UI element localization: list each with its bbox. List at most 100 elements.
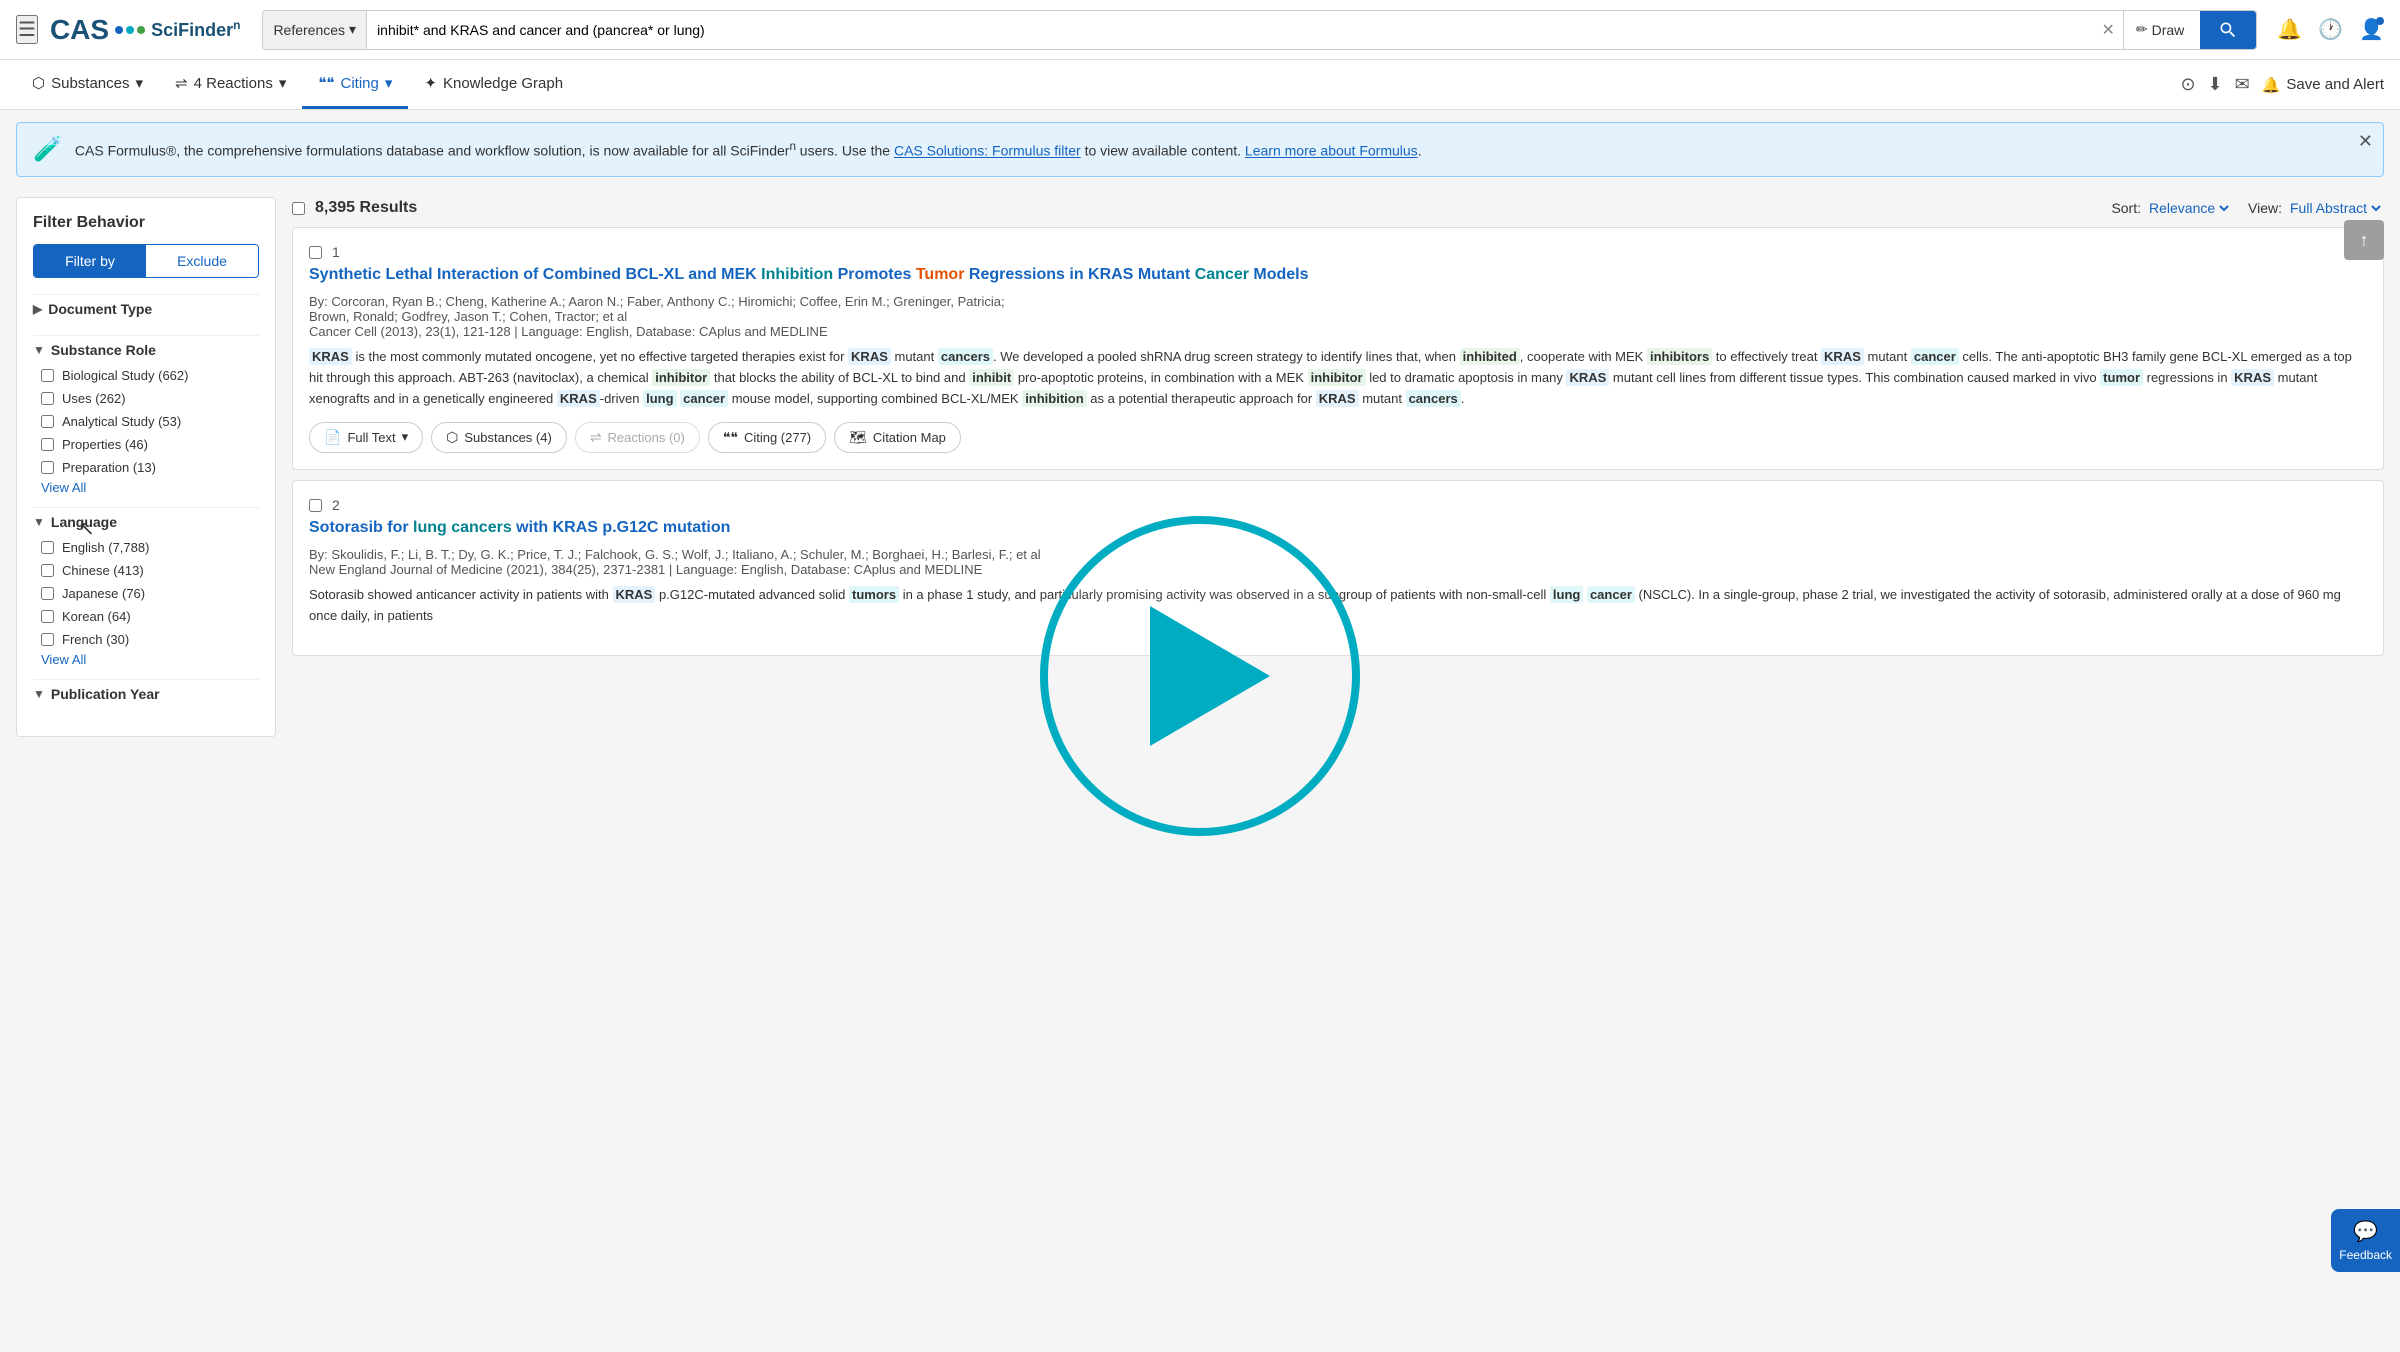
language-label: Language <box>51 514 117 530</box>
view-dropdown[interactable]: Full Abstract Summary <box>2286 199 2384 217</box>
filter-behavior-buttons: Filter by Exclude <box>33 244 259 278</box>
document-type-header[interactable]: ▶ Document Type <box>33 294 259 323</box>
korean-checkbox[interactable] <box>41 610 54 623</box>
substances-icon: ⬡ <box>32 74 45 92</box>
properties-filter[interactable]: Properties (46) <box>33 433 259 456</box>
draw-button[interactable]: ✏ Draw <box>2123 11 2196 49</box>
citing-nav-item[interactable]: ❝❝ Citing ▾ <box>302 60 408 109</box>
bell-button[interactable]: 🔔 <box>2277 17 2302 42</box>
citing-chevron: ▾ <box>385 74 393 92</box>
scifinder-logo: SciFindern <box>151 18 240 41</box>
formulus-filter-link[interactable]: CAS Solutions: Formulus filter <box>894 143 1081 159</box>
article-1-checkbox[interactable] <box>309 246 322 259</box>
substances-button[interactable]: ⬡ Substances (4) <box>431 422 567 453</box>
select-all-checkbox[interactable] <box>292 202 305 215</box>
english-filter[interactable]: English (7,788) <box>33 536 259 559</box>
notification-dot <box>2376 17 2384 25</box>
substance-role-header[interactable]: ▼ Substance Role <box>33 335 259 364</box>
article-2-title[interactable]: Sotorasib for lung cancers with KRAS p.G… <box>309 517 2367 539</box>
knowledge-graph-nav-item[interactable]: ✦ Knowledge Graph <box>408 60 579 109</box>
menu-icon[interactable]: ☰ <box>16 15 38 44</box>
search-input[interactable] <box>367 11 2093 49</box>
search-bar: References ▾ ✕ ✏ Draw <box>262 10 2257 50</box>
results-sort: Sort: Relevance Date <box>2111 199 2232 217</box>
preparation-checkbox[interactable] <box>41 461 54 474</box>
filter-behavior-title: Filter Behavior <box>33 214 259 232</box>
scroll-to-top-button[interactable]: ↑ <box>2344 220 2384 260</box>
article-2-checkbox[interactable] <box>309 499 322 512</box>
dot-cyan <box>126 26 134 34</box>
email-button[interactable]: ✉ <box>2235 74 2250 95</box>
substance-role-view-all[interactable]: View All <box>33 476 86 499</box>
analytical-study-checkbox[interactable] <box>41 415 54 428</box>
learn-more-link[interactable]: Learn more about Formulus <box>1245 143 1418 159</box>
substances-nav-item[interactable]: ⬡ Substances ▾ <box>16 60 159 109</box>
draw-icon: ✏ <box>2136 21 2148 38</box>
save-alert-button[interactable]: 🔔 Save and Alert <box>2262 76 2384 94</box>
banner-close-button[interactable]: ✕ <box>2358 131 2373 152</box>
document-icon: 📄 <box>324 429 341 446</box>
chevron-down-icon-pub: ▼ <box>33 687 45 701</box>
article-1-number: 1 <box>332 244 340 260</box>
fulltext-chevron: ▾ <box>402 429 409 445</box>
publication-year-section: ▼ Publication Year <box>33 679 259 708</box>
sort-dropdown[interactable]: Relevance Date <box>2145 199 2232 217</box>
publication-year-header[interactable]: ▼ Publication Year <box>33 679 259 708</box>
history-button[interactable]: 🕐 <box>2318 17 2343 42</box>
citation-map-button[interactable]: 🗺 Citation Map <box>834 422 961 453</box>
properties-checkbox[interactable] <box>41 438 54 451</box>
banner-text: CAS Formulus®, the comprehensive formula… <box>75 140 2367 159</box>
language-header[interactable]: ▼ Language <box>33 507 259 536</box>
citing-icon: ❝❝ <box>318 74 334 92</box>
korean-filter[interactable]: Korean (64) <box>33 605 259 628</box>
japanese-filter[interactable]: Japanese (76) <box>33 582 259 605</box>
search-icon <box>2218 20 2238 40</box>
sub-nav-actions: ⊙ ⬇ ✉ 🔔 Save and Alert <box>2180 74 2384 95</box>
article-card-2: 2 Sotorasib for lung cancers with KRAS p… <box>292 480 2384 656</box>
chinese-checkbox[interactable] <box>41 564 54 577</box>
reactions-icon: ⇌ <box>175 74 188 92</box>
biological-study-filter[interactable]: Biological Study (662) <box>33 364 259 387</box>
language-view-all[interactable]: View All <box>33 648 86 671</box>
french-checkbox[interactable] <box>41 633 54 646</box>
japanese-checkbox[interactable] <box>41 587 54 600</box>
user-button[interactable]: 👤 <box>2359 17 2384 42</box>
map-icon: 🗺 <box>849 429 867 446</box>
article-2-number: 2 <box>332 497 340 513</box>
reactions-icon: ⇌ <box>590 429 602 446</box>
search-type-dropdown[interactable]: References ▾ <box>263 11 367 49</box>
logo-area: CAS SciFindern <box>50 14 241 46</box>
article-1-title[interactable]: Synthetic Lethal Interaction of Combined… <box>309 264 2367 286</box>
english-checkbox[interactable] <box>41 541 54 554</box>
download-button[interactable]: ⬇ <box>2208 74 2223 95</box>
document-type-label: Document Type <box>48 301 152 317</box>
dot-blue <box>115 26 123 34</box>
biological-study-checkbox[interactable] <box>41 369 54 382</box>
exclude-button[interactable]: Exclude <box>146 245 258 277</box>
info-banner: 🧪 CAS Formulus®, the comprehensive formu… <box>16 122 2384 177</box>
filter-by-button[interactable]: Filter by <box>34 245 146 277</box>
compare-button[interactable]: ⊙ <box>2180 74 2195 95</box>
analytical-study-filter[interactable]: Analytical Study (53) <box>33 410 259 433</box>
search-clear-button[interactable]: ✕ <box>2093 20 2122 40</box>
full-text-button[interactable]: 📄 Full Text ▾ <box>309 422 423 453</box>
dot-green <box>137 26 145 34</box>
results-header: 8,395 Results Sort: Relevance Date View:… <box>292 189 2384 227</box>
chevron-down-icon-lang: ▼ <box>33 515 45 529</box>
citing-button[interactable]: ❝❝ Citing (277) <box>708 422 826 453</box>
uses-checkbox[interactable] <box>41 392 54 405</box>
knowledge-graph-icon: ✦ <box>424 74 437 92</box>
substance-role-section: ▼ Substance Role Biological Study (662) … <box>33 335 259 495</box>
feedback-button[interactable]: 💬 Feedback <box>2331 1209 2400 1272</box>
reactions-nav-item[interactable]: ⇌ 4 Reactions ▾ <box>159 60 302 109</box>
reactions-button[interactable]: ⇌ Reactions (0) <box>575 422 700 453</box>
logo-dots <box>115 26 145 34</box>
article-card-1: 1 Synthetic Lethal Interaction of Combin… <box>292 227 2384 470</box>
search-submit-button[interactable] <box>2200 10 2256 50</box>
substances-chevron: ▾ <box>136 74 144 92</box>
header: ☰ CAS SciFindern References ▾ ✕ ✏ Draw 🔔… <box>0 0 2400 60</box>
article-1-meta: By: Corcoran, Ryan B.; Cheng, Katherine … <box>309 294 2367 339</box>
article-2-abstract: Sotorasib showed anticancer activity in … <box>309 585 2367 627</box>
chinese-filter[interactable]: Chinese (413) <box>33 559 259 582</box>
uses-filter[interactable]: Uses (262) <box>33 387 259 410</box>
